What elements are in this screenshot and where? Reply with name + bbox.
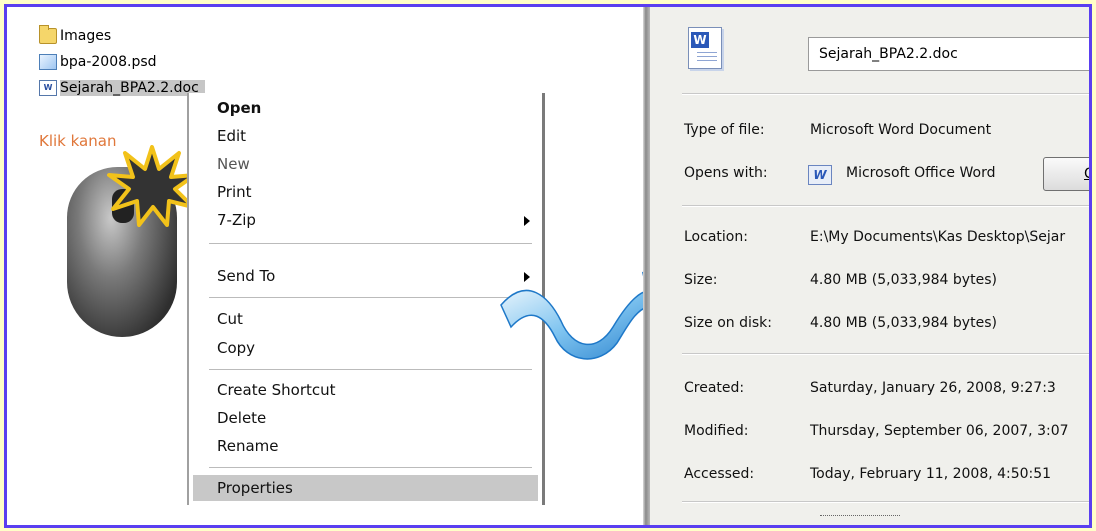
section-separator	[682, 353, 1089, 355]
menu-item-open[interactable]: Open	[189, 95, 542, 121]
menu-label: Create Shortcut	[217, 381, 336, 399]
modified-label: Modified:	[684, 423, 749, 439]
menu-item-send-to[interactable]: Send To	[189, 263, 542, 289]
menu-item-7zip[interactable]: 7-Zip	[189, 207, 542, 233]
change-button[interactable]: Ch	[1043, 157, 1089, 191]
opens-with-value: Microsoft Office Word	[846, 165, 996, 181]
location-label: Location:	[684, 229, 748, 245]
attributes-strip	[820, 515, 900, 525]
menu-item-create-shortcut[interactable]: Create Shortcut	[189, 377, 542, 403]
created-label: Created:	[684, 380, 745, 396]
menu-label: Properties	[217, 479, 293, 497]
menu-label: 7-Zip	[217, 211, 256, 229]
file-item-images[interactable]: Images	[39, 25, 111, 47]
section-separator	[682, 501, 1089, 503]
menu-label: Edit	[217, 127, 247, 145]
word-doc-icon: W	[39, 80, 57, 96]
right-click-caption: Klik kanan	[39, 132, 117, 150]
screenshot-frame: Images bpa-2008.psd W Sejarah_BPA2.2.doc…	[4, 4, 1092, 528]
file-item-psd[interactable]: bpa-2008.psd	[39, 51, 157, 73]
menu-label: New	[217, 155, 250, 173]
menu-item-copy[interactable]: Copy	[189, 335, 542, 361]
menu-label: Cut	[217, 310, 243, 328]
type-label: Type of file:	[684, 122, 765, 138]
type-value: Microsoft Word Document	[810, 122, 992, 138]
file-name: bpa-2008.psd	[60, 54, 157, 70]
menu-item-delete[interactable]: Delete	[189, 405, 542, 431]
file-name-selected: Sejarah_BPA2.2.doc	[60, 80, 205, 96]
menu-separator	[209, 369, 532, 370]
menu-label: Rename	[217, 437, 279, 455]
psd-file-icon	[39, 54, 57, 70]
size-on-disk-label: Size on disk:	[684, 315, 772, 331]
properties-pane: W Sejarah_BPA2.2.doc Type of file: Micro…	[650, 7, 1089, 525]
window-divider	[643, 7, 650, 525]
file-name: Images	[60, 28, 112, 44]
menu-label: Send To	[217, 267, 276, 285]
menu-label: Delete	[217, 409, 267, 427]
menu-separator	[209, 467, 532, 468]
menu-separator	[209, 297, 532, 298]
size-on-disk-value: 4.80 MB (5,033,984 bytes)	[810, 315, 997, 331]
menu-item-print[interactable]: Print	[189, 179, 542, 205]
menu-item-new[interactable]: New	[189, 151, 542, 177]
size-value: 4.80 MB (5,033,984 bytes)	[810, 272, 997, 288]
menu-item-edit[interactable]: Edit	[189, 123, 542, 149]
mouse-logo	[97, 287, 147, 307]
menu-label: Copy	[217, 339, 256, 357]
word-document-icon: W	[688, 27, 722, 69]
size-label: Size:	[684, 272, 718, 288]
accessed-label: Accessed:	[684, 466, 755, 482]
menu-label: Print	[217, 183, 252, 201]
menu-separator	[209, 243, 532, 244]
folder-icon	[39, 25, 57, 44]
file-item-doc[interactable]: W Sejarah_BPA2.2.doc	[39, 77, 205, 99]
menu-item-rename[interactable]: Rename	[189, 433, 542, 459]
menu-item-cut[interactable]: Cut	[189, 306, 542, 332]
context-menu: Open Edit New Print 7-Zip Send To Cut Co…	[187, 93, 545, 505]
submenu-arrow-icon	[524, 216, 530, 226]
filename-input[interactable]: Sejarah_BPA2.2.doc	[808, 37, 1089, 71]
word-logo-icon: W	[691, 32, 709, 48]
created-value: Saturday, January 26, 2008, 9:27:3	[810, 380, 1056, 396]
location-value: E:\My Documents\Kas Desktop\Sejar	[810, 229, 1066, 245]
click-burst-icon	[107, 145, 197, 227]
word-app-icon: W	[808, 165, 832, 185]
accessed-value: Today, February 11, 2008, 4:50:51	[810, 466, 1052, 482]
doc-lines	[697, 52, 717, 64]
section-separator	[682, 93, 1089, 95]
menu-item-properties[interactable]: Properties	[193, 475, 538, 501]
section-separator	[682, 205, 1089, 207]
opens-with-label: Opens with:	[684, 165, 768, 181]
menu-label: Open	[217, 99, 262, 117]
modified-value: Thursday, September 06, 2007, 3:07	[810, 423, 1069, 439]
